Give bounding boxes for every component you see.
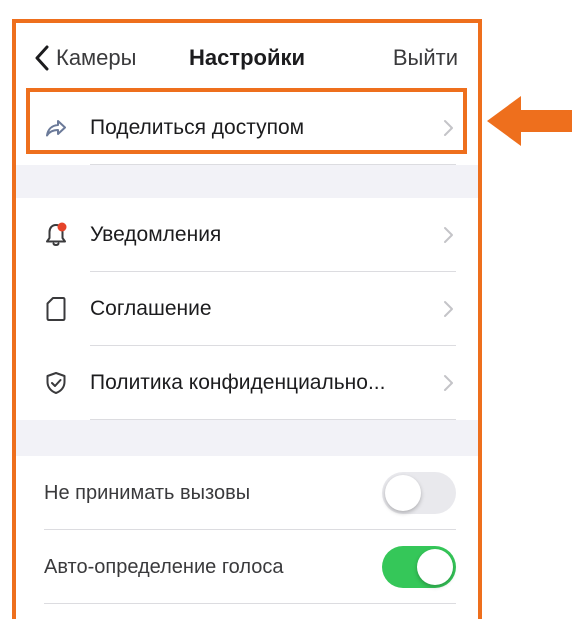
bell-icon — [44, 222, 68, 248]
logout-button[interactable]: Выйти — [393, 45, 458, 71]
shield-check-icon — [44, 370, 68, 396]
share-arrow-icon — [44, 115, 68, 141]
privacy-policy-label: Политика конфиденциально... — [90, 371, 386, 394]
notifications-row[interactable]: Уведомления — [16, 198, 478, 272]
settings-group-info: Уведомления Соглашение Политика конфиден… — [16, 198, 478, 420]
share-access-row[interactable]: Поделиться доступом — [16, 91, 478, 165]
do-not-accept-calls-label: Не принимать вызовы — [44, 481, 251, 504]
chevron-right-icon — [444, 227, 453, 243]
agreement-label: Соглашение — [90, 297, 212, 320]
do-not-accept-calls-toggle[interactable] — [382, 472, 456, 514]
chevron-right-icon — [444, 120, 453, 136]
settings-group-share: Поделиться доступом — [16, 91, 478, 165]
auto-voice-detection-toggle[interactable] — [382, 546, 456, 588]
chevron-right-icon — [444, 375, 453, 391]
settings-group-calls: Не принимать вызовы Авто-определение гол… — [16, 456, 478, 619]
row-divider — [90, 419, 456, 420]
privacy-policy-row[interactable]: Политика конфиденциально... — [16, 346, 478, 420]
toggle-knob — [417, 549, 453, 585]
row-divider — [44, 603, 456, 604]
pointer-arrow-icon — [487, 96, 572, 146]
row-divider — [90, 164, 456, 165]
auto-voice-detection-row: Авто-определение голоса — [16, 530, 478, 604]
phone-screen: Камеры Настройки Выйти Поделиться доступ… — [12, 19, 482, 619]
do-not-accept-calls-row: Не принимать вызовы — [16, 456, 478, 530]
document-icon — [44, 296, 68, 322]
toggle-knob — [385, 475, 421, 511]
chevron-right-icon — [444, 301, 453, 317]
notifications-label: Уведомления — [90, 223, 222, 246]
auto-voice-detection-label: Авто-определение голоса — [44, 555, 284, 578]
share-access-label: Поделиться доступом — [90, 116, 305, 139]
agreement-row[interactable]: Соглашение — [16, 272, 478, 346]
navigation-bar: Камеры Настройки Выйти — [16, 23, 478, 91]
